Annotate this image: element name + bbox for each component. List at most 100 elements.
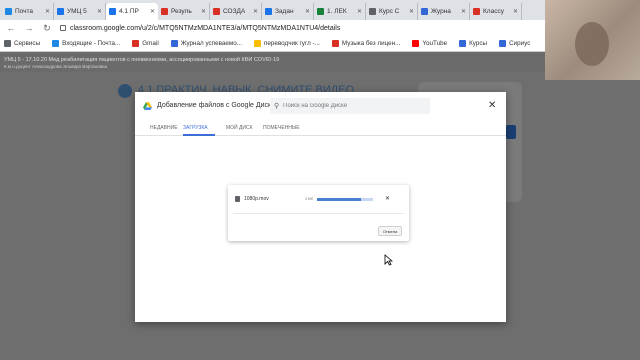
browser-tab[interactable]: Журна ✕ xyxy=(418,3,470,20)
tab-favicon-icon xyxy=(369,8,376,15)
course-title: УМЦ 5 - 17.10.20 Мед реабилитация пациен… xyxy=(4,57,280,63)
back-arrow-icon[interactable]: ← xyxy=(6,23,16,33)
forward-arrow-icon[interactable]: → xyxy=(24,23,34,33)
tab-favicon-icon xyxy=(161,8,168,15)
dialog-title: Добавление файлов с Google Диска xyxy=(157,102,276,109)
bookmark-item[interactable]: YouTube xyxy=(412,40,447,47)
bookmark-label: Gmail xyxy=(142,40,159,47)
tab-my-drive[interactable]: МОЙ ДИСК xyxy=(226,125,253,131)
browser-tab-strip: Почта ✕ УМЦ 5 ✕ 4.1 ПР ✕ Резуль ✕ СОЗДА ✕ Задан ✕ 1.… xyxy=(0,0,640,20)
tab-close-icon[interactable]: ✕ xyxy=(461,8,466,15)
cancel-upload-icon[interactable]: ✕ xyxy=(385,195,390,202)
browser-tab-label: 1. ЛЕК xyxy=(327,8,347,15)
tab-recent[interactable]: НЕДАВНИЕ xyxy=(150,125,178,131)
bookmark-icon xyxy=(331,40,339,47)
tab-close-icon[interactable]: ✕ xyxy=(513,8,518,15)
tab-close-icon[interactable]: ✕ xyxy=(201,8,206,15)
bookmark-label: YouTube xyxy=(422,40,448,47)
browser-tab-label: УМЦ 5 xyxy=(67,8,87,15)
drive-search-input[interactable] xyxy=(283,103,424,109)
close-icon[interactable]: ✕ xyxy=(488,100,496,111)
browser-tab-label: 4.1 ПР xyxy=(119,8,139,15)
browser-tab[interactable]: Классу ✕ xyxy=(470,3,522,20)
tab-close-icon[interactable]: ✕ xyxy=(357,8,362,15)
bookmark-item[interactable]: Входящие - Почта... xyxy=(52,40,120,47)
tab-favicon-icon xyxy=(109,8,116,15)
browser-tab[interactable]: Курс С ✕ xyxy=(366,3,418,20)
lock-icon xyxy=(60,25,66,31)
search-icon: ⚲ xyxy=(274,103,280,110)
active-tab-indicator xyxy=(183,134,215,136)
browser-tab[interactable]: Задан ✕ xyxy=(262,3,314,20)
browser-tab-label: Курс С xyxy=(379,8,400,15)
tab-starred[interactable]: ПОМЕЧЕННЫЕ xyxy=(263,125,300,131)
bookmark-item[interactable]: Музыка без лицен... xyxy=(331,40,401,47)
bookmark-item[interactable]: Сервисы xyxy=(4,40,40,47)
webcam-overlay xyxy=(545,0,640,80)
webcam-person xyxy=(575,22,609,66)
browser-tab[interactable]: СОЗДА ✕ xyxy=(210,3,262,20)
tab-close-icon[interactable]: ✕ xyxy=(150,8,155,15)
bookmark-icon xyxy=(499,40,507,47)
upload-progress-bar xyxy=(317,198,373,201)
browser-tab-label: Почта xyxy=(15,8,34,15)
bookmark-icon xyxy=(459,40,467,47)
browser-tab[interactable]: Резуль ✕ xyxy=(158,3,210,20)
bookmark-label: Сервисы xyxy=(14,40,41,47)
tab-favicon-icon xyxy=(265,8,272,15)
google-drive-icon xyxy=(143,102,152,110)
divider xyxy=(233,213,404,214)
browser-toolbar: ← → ↻ classroom.google.com/u/2/c/MTQ5NTM… xyxy=(0,20,640,36)
tab-upload[interactable]: ЗАГРУЗКА xyxy=(183,125,208,131)
tab-close-icon[interactable]: ✕ xyxy=(409,8,414,15)
bookmark-icon xyxy=(170,40,178,47)
bookmark-icon xyxy=(132,40,140,47)
bookmark-icon xyxy=(412,40,420,47)
browser-tab[interactable]: Почта ✕ xyxy=(2,3,54,20)
bookmark-label: Журнал успеваемо... xyxy=(180,40,242,47)
course-teacher: К.м.н.доцент Александрова Эльвира Вартан… xyxy=(4,64,108,69)
bookmark-label: Сириус xyxy=(509,40,531,47)
upload-progress-card: 1080p.mov 3 Мб ✕ Отмена xyxy=(228,185,409,241)
drive-search-box[interactable]: ⚲ xyxy=(270,98,430,114)
reload-icon[interactable]: ↻ xyxy=(42,23,52,34)
bookmark-label: переводчик гугл -... xyxy=(263,40,320,47)
browser-tab[interactable]: 4.1 ПР ✕ xyxy=(106,3,158,20)
browser-tab-label: Задан xyxy=(275,8,294,15)
tab-favicon-icon xyxy=(473,8,480,15)
file-size: 3 Мб xyxy=(305,197,313,201)
bookmark-item[interactable]: Gmail xyxy=(132,40,159,47)
tab-close-icon[interactable]: ✕ xyxy=(305,8,310,15)
bookmark-icon xyxy=(4,40,11,47)
assignment-icon xyxy=(118,84,132,98)
bookmark-item[interactable]: Сириус xyxy=(499,40,530,47)
bookmark-label: Курсы xyxy=(469,40,488,47)
cancel-button[interactable]: Отмена xyxy=(378,226,402,236)
browser-tab[interactable]: 1. ЛЕК ✕ xyxy=(314,3,366,20)
submit-button[interactable] xyxy=(506,125,516,139)
bookmark-icon xyxy=(253,40,261,47)
tab-close-icon[interactable]: ✕ xyxy=(253,8,258,15)
bookmark-label: Музыка без лицен... xyxy=(341,40,401,47)
bookmark-item[interactable]: переводчик гугл -... xyxy=(253,40,320,47)
tab-favicon-icon xyxy=(317,8,324,15)
tab-favicon-icon xyxy=(213,8,220,15)
mouse-cursor-icon xyxy=(384,254,393,266)
tab-favicon-icon xyxy=(57,8,64,15)
file-name: 1080p.mov xyxy=(244,196,269,202)
bookmarks-bar: Сервисы Входящие - Почта... Gmail Журнал ус… xyxy=(0,36,640,52)
tab-close-icon[interactable]: ✕ xyxy=(45,8,50,15)
tab-favicon-icon xyxy=(421,8,428,15)
upload-progress-fill xyxy=(317,198,361,201)
tab-close-icon[interactable]: ✕ xyxy=(97,8,102,15)
bookmark-label: Входящие - Почта... xyxy=(62,40,121,47)
bookmark-item[interactable]: Журнал успеваемо... xyxy=(170,40,242,47)
browser-tab-label: Журна xyxy=(431,8,451,15)
course-header: УМЦ 5 - 17.10.20 Мед реабилитация пациен… xyxy=(0,52,640,72)
url-text: classroom.google.com/u/2/c/MTQ5NTMzMDA1N… xyxy=(70,24,341,32)
browser-tab[interactable]: УМЦ 5 ✕ xyxy=(54,3,106,20)
bookmark-item[interactable]: Курсы xyxy=(459,40,487,47)
browser-tab-label: Классу xyxy=(483,8,504,15)
bookmark-icon xyxy=(52,40,60,47)
address-bar[interactable]: classroom.google.com/u/2/c/MTQ5NTMzMDA1N… xyxy=(60,25,340,32)
